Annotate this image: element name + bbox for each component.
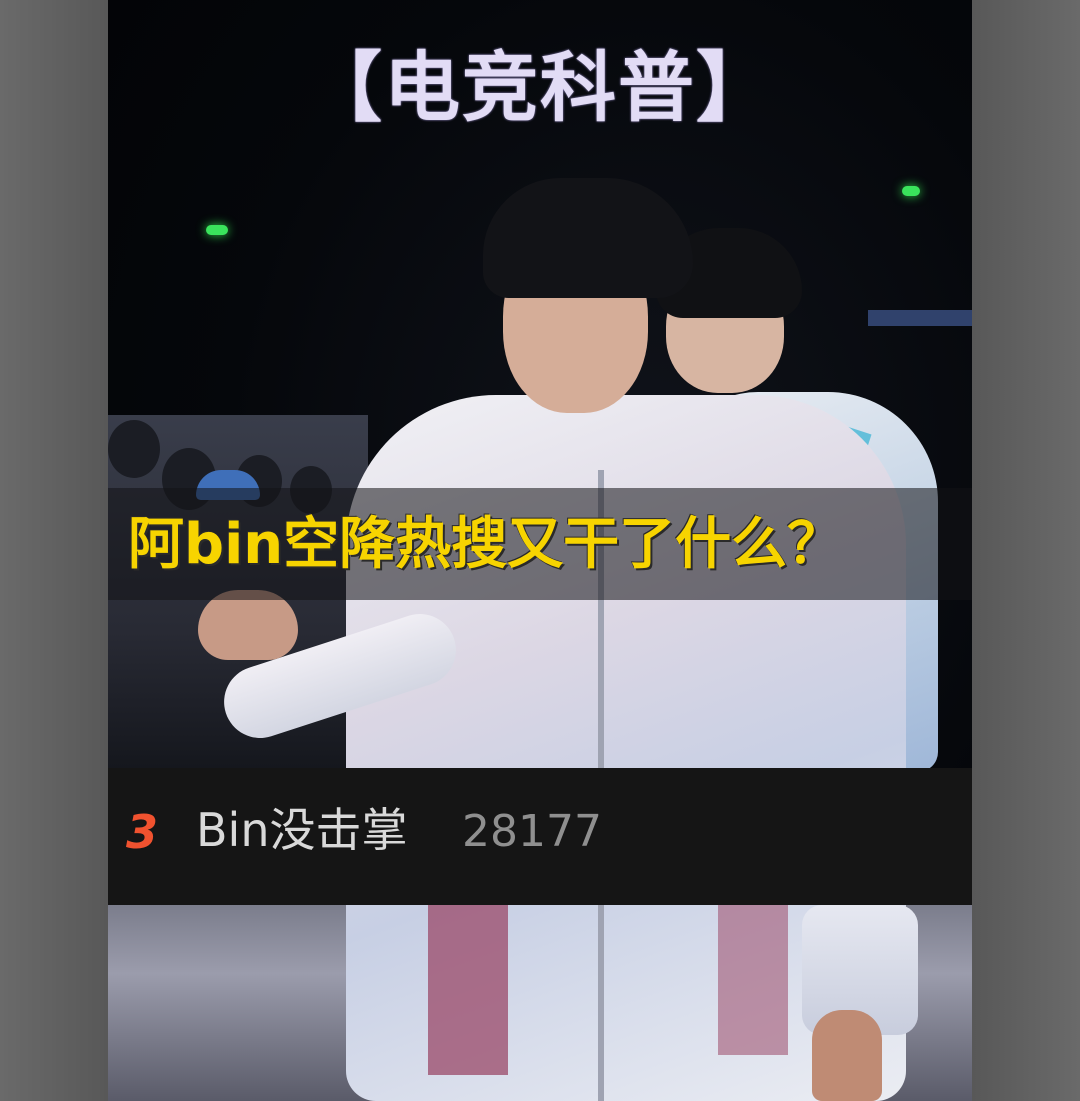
video-caption: 阿bin空降热搜又干了什么？ [128, 512, 844, 577]
trending-topic[interactable]: Bin没击掌 [196, 798, 408, 862]
audience-person [108, 420, 160, 478]
right-border [972, 0, 1080, 1101]
jacket-accent [718, 905, 788, 1055]
main-player-hair [483, 178, 693, 298]
stage-light [206, 225, 228, 235]
trending-count: 28177 [462, 806, 602, 857]
stage-light [902, 186, 920, 196]
main-player-right-hand [812, 1010, 882, 1101]
main-player-hand [198, 590, 298, 660]
left-border [0, 0, 108, 1101]
stage-structure [868, 310, 972, 326]
video-title: 【电竞科普】 [306, 43, 774, 132]
jacket-accent [428, 905, 508, 1075]
video-frame[interactable]: 【电竞科普】 阿bin空降热搜又干了什么？ 3 Bin没击掌 28177 [108, 0, 972, 1101]
screenshot-frame: 【电竞科普】 阿bin空降热搜又干了什么？ 3 Bin没击掌 28177 [0, 0, 1080, 1101]
trending-rank: 3 [126, 805, 159, 859]
